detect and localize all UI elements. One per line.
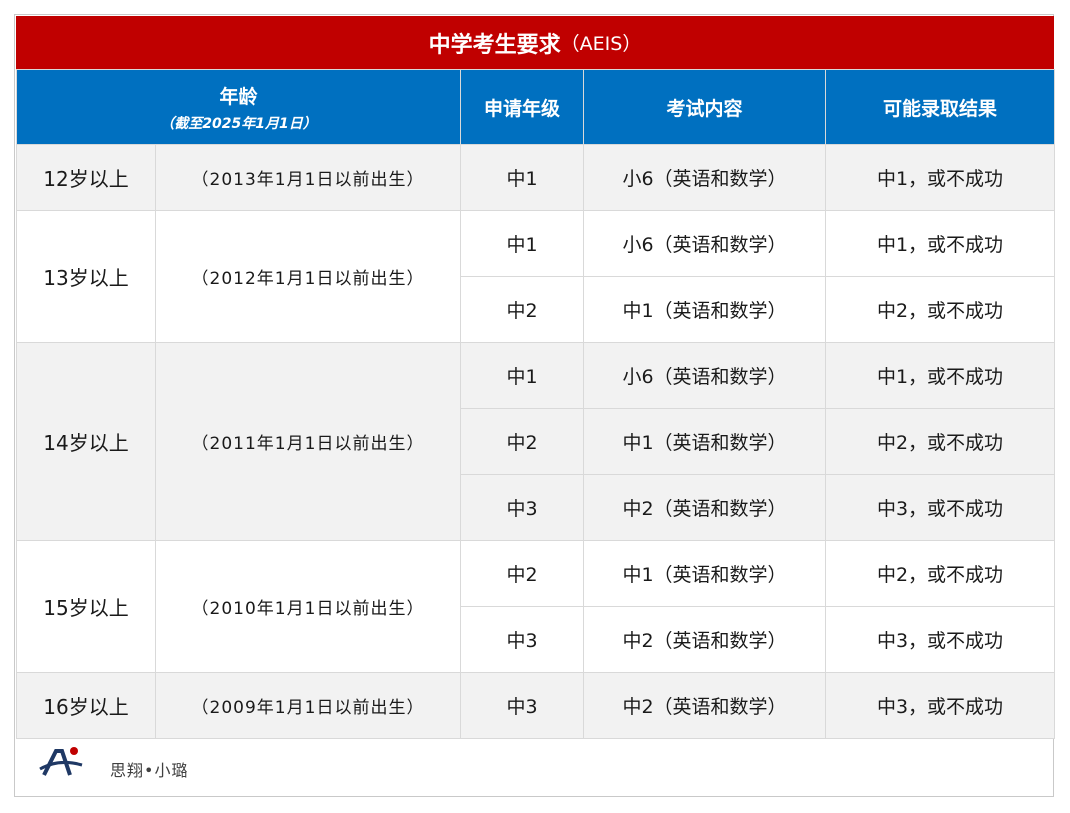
exam-cell: 中1（英语和数学） [583, 408, 827, 475]
grade-cell: 中1 [460, 342, 585, 409]
age-cell: 12岁以上 [16, 144, 156, 211]
exam-cell: 小6（英语和数学） [583, 144, 827, 211]
grade-cell: 中1 [460, 144, 585, 211]
author-signature: 思翔•小璐 [110, 761, 189, 780]
grade-cell: 中3 [460, 606, 585, 673]
grade-cell: 中1 [460, 210, 585, 277]
header-exam: 考试内容 [583, 69, 827, 145]
birth-date-cell: （2009年1月1日以前出生） [154, 672, 462, 739]
title-tag: （AEIS） [560, 33, 642, 55]
age-cell: 14岁以上 [16, 342, 156, 541]
requirements-table: 年龄 （截至2025年1月1日） 申请年级 考试内容 可能录取结果 12岁以上 … [15, 69, 1056, 739]
header-age: 年龄 （截至2025年1月1日） [15, 69, 462, 145]
result-cell: 中3，或不成功 [825, 672, 1056, 739]
header-grade: 申请年级 [460, 69, 585, 145]
grade-cell: 中3 [460, 672, 585, 739]
exam-cell: 中2（英语和数学） [583, 606, 827, 673]
result-cell: 中1，或不成功 [825, 144, 1056, 211]
age-cell: 13岁以上 [16, 210, 156, 343]
table-row: 16岁以上 （2009年1月1日以前出生） 中3 中2（英语和数学） 中3，或不… [16, 672, 1056, 739]
page-title: 中学考生要求 （AEIS） [16, 16, 1054, 69]
result-cell: 中3，或不成功 [825, 606, 1056, 673]
birth-date-cell: （2011年1月1日以前出生） [154, 342, 462, 541]
exam-cell: 中2（英语和数学） [583, 474, 827, 541]
table-header: 年龄 （截至2025年1月1日） 申请年级 考试内容 可能录取结果 [15, 69, 1056, 145]
result-cell: 中2，或不成功 [825, 408, 1056, 475]
header-age-label: 年龄 [219, 85, 258, 108]
table-row: 15岁以上 （2010年1月1日以前出生） 中2 中1（英语和数学） 中2，或不… [16, 540, 1056, 673]
title-main: 中学考生要求 [428, 32, 561, 58]
exam-cell: 中1（英语和数学） [583, 540, 827, 607]
age-cell: 16岁以上 [16, 672, 156, 739]
result-cell: 中1，或不成功 [825, 342, 1056, 409]
table-row: 13岁以上 （2012年1月1日以前出生） 中1 小6（英语和数学） 中1，或不… [16, 210, 1056, 343]
exam-cell: 中2（英语和数学） [583, 672, 827, 739]
birth-date-cell: （2013年1月1日以前出生） [154, 144, 462, 211]
exam-cell: 小6（英语和数学） [583, 210, 827, 277]
table-row: 12岁以上 （2013年1月1日以前出生） 中1 小6（英语和数学） 中1，或不… [16, 144, 1056, 211]
header-age-note: （截至2025年1月1日） [160, 115, 317, 132]
table-row: 14岁以上 （2011年1月1日以前出生） 中1 小6（英语和数学） 中1，或不… [16, 342, 1056, 541]
grade-cell: 中2 [460, 408, 585, 475]
result-cell: 中3，或不成功 [825, 474, 1056, 541]
result-cell: 中2，或不成功 [825, 276, 1056, 343]
result-cell: 中1，或不成功 [825, 210, 1056, 277]
age-cell: 15岁以上 [16, 540, 156, 673]
grade-cell: 中2 [460, 540, 585, 607]
birth-date-cell: （2010年1月1日以前出生） [154, 540, 462, 673]
brand-logo-icon [39, 747, 83, 776]
exam-cell: 小6（英语和数学） [583, 342, 827, 409]
birth-date-cell: （2012年1月1日以前出生） [154, 210, 462, 343]
result-cell: 中2，或不成功 [825, 540, 1056, 607]
grade-cell: 中2 [460, 276, 585, 343]
exam-cell: 中1（英语和数学） [583, 276, 827, 343]
grade-cell: 中3 [460, 474, 585, 541]
header-result: 可能录取结果 [825, 69, 1056, 145]
